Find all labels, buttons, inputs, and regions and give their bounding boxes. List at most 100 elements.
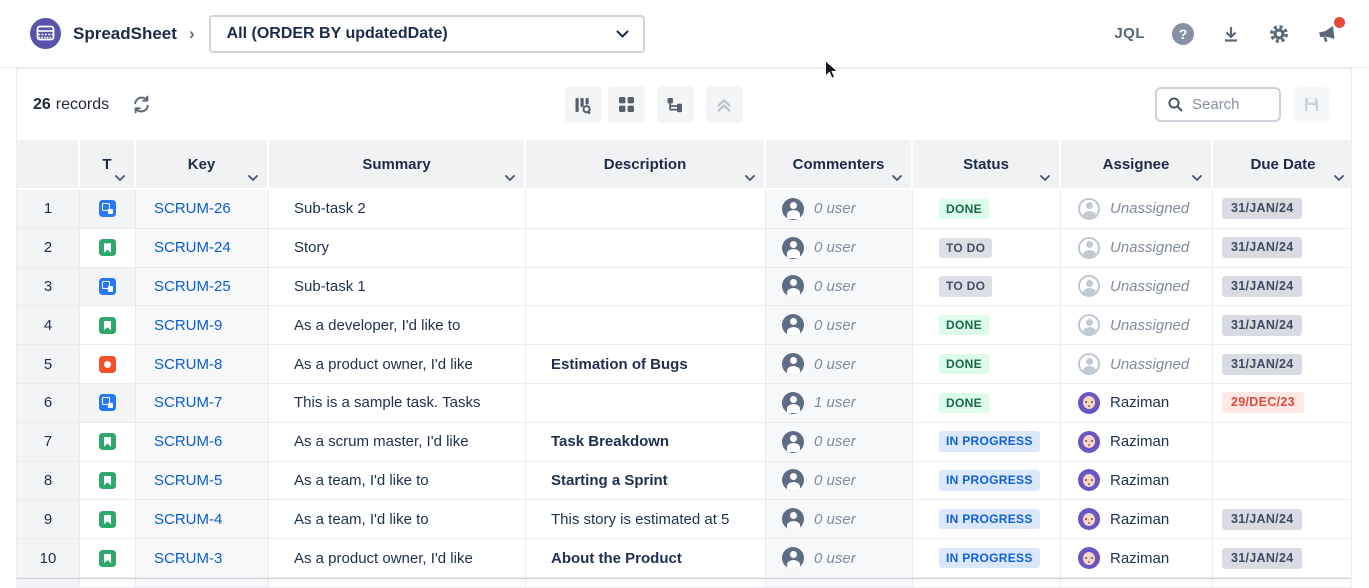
description-cell[interactable] [526,306,766,345]
issue-type-cell[interactable] [80,306,136,345]
commenters-cell[interactable]: 0 user [766,268,913,307]
collapse-all-button[interactable] [706,86,743,123]
summary-cell[interactable]: As a team, I'd like to [269,462,526,501]
commenters-cell[interactable]: 0 user [766,500,913,539]
issue-key-link[interactable]: SCRUM-9 [154,317,222,334]
description-cell[interactable] [526,268,766,307]
assignee-cell[interactable]: Unassigned [1061,268,1213,307]
column-settings-button[interactable] [565,86,602,123]
key-cell[interactable]: SCRUM-5 [136,462,269,501]
due-date-cell[interactable]: 31/JAN/24 [1213,306,1352,345]
chevron-down-icon[interactable] [1192,175,1202,181]
summary-cell[interactable]: Sub-task 1 [269,268,526,307]
commenters-cell[interactable]: 0 user [766,423,913,462]
summary-cell[interactable]: Sub-task 2 [269,190,526,229]
status-cell[interactable]: IN PROGRESS [913,423,1061,462]
issue-type-cell[interactable] [80,539,136,578]
issue-key-link[interactable]: SCRUM-7 [154,394,222,411]
column-header-status[interactable]: Status [913,140,1061,188]
summary-cell[interactable]: This is a sample task. Tasks [269,384,526,423]
due-date-cell[interactable]: 31/JAN/24 [1213,229,1352,268]
commenters-cell[interactable]: 0 user [766,190,913,229]
row-number-cell[interactable]: 6 [17,384,80,423]
status-cell[interactable]: DONE [913,345,1061,384]
status-cell[interactable]: DONE [913,384,1061,423]
column-header-summary[interactable]: Summary [269,140,526,188]
issue-key-link[interactable]: SCRUM-3 [154,550,222,567]
commenters-cell[interactable]: 0 user [766,539,913,578]
assignee-cell[interactable]: Unassigned [1061,345,1213,384]
summary-cell[interactable]: As a product owner, I'd like [269,539,526,578]
due-date-cell[interactable]: 31/JAN/24 [1213,539,1352,578]
search-box[interactable] [1155,87,1281,122]
commenters-cell[interactable]: 1 user [766,384,913,423]
issue-type-cell[interactable] [80,423,136,462]
issue-type-cell[interactable] [80,500,136,539]
key-cell[interactable]: SCRUM-9 [136,306,269,345]
issue-type-cell[interactable] [80,462,136,501]
commenters-cell[interactable]: 0 user [766,306,913,345]
assignee-cell[interactable]: Raziman [1061,539,1213,578]
summary-cell[interactable]: As a developer, I'd like to [269,306,526,345]
due-date-cell[interactable]: 31/JAN/24 [1213,268,1352,307]
commenters-cell[interactable]: 0 user [766,345,913,384]
help-button[interactable]: ? [1172,23,1194,45]
key-cell[interactable]: SCRUM-6 [136,423,269,462]
chevron-down-icon[interactable] [1334,175,1344,181]
due-date-cell[interactable]: 29/DEC/23 [1213,384,1352,423]
due-date-cell[interactable]: 31/JAN/24 [1213,500,1352,539]
row-number-cell[interactable]: 5 [17,345,80,384]
due-date-cell[interactable] [1213,462,1352,501]
settings-button[interactable] [1268,23,1290,45]
chevron-down-icon[interactable] [1040,175,1050,181]
row-number-cell[interactable]: 3 [17,268,80,307]
due-date-cell[interactable]: 31/JAN/24 [1213,345,1352,384]
chevron-down-icon[interactable] [115,175,125,181]
chevron-down-icon[interactable] [892,175,902,181]
status-cell[interactable]: IN PROGRESS [913,539,1061,578]
issue-type-cell[interactable] [80,268,136,307]
assignee-cell[interactable]: Raziman [1061,384,1213,423]
card-view-button[interactable] [608,86,645,123]
description-cell[interactable]: Starting a Sprint [526,462,766,501]
description-cell[interactable]: This story is estimated at 5 [526,500,766,539]
issue-type-cell[interactable] [80,190,136,229]
save-button[interactable] [1294,87,1329,122]
column-header-description[interactable]: Description [526,140,766,188]
column-header-commenters[interactable]: Commenters [766,140,913,188]
issue-key-link[interactable]: SCRUM-24 [154,239,231,256]
status-cell[interactable]: DONE [913,306,1061,345]
issue-key-link[interactable]: SCRUM-6 [154,433,222,450]
chevron-down-icon[interactable] [248,175,258,181]
assignee-cell[interactable]: Unassigned [1061,229,1213,268]
description-cell[interactable]: Task Breakdown [526,423,766,462]
filter-dropdown[interactable]: All (ORDER BY updatedDate) [209,15,645,53]
row-number-cell[interactable]: 4 [17,306,80,345]
row-number-cell[interactable]: 7 [17,423,80,462]
issue-key-link[interactable]: SCRUM-8 [154,356,222,373]
issue-type-cell[interactable] [80,384,136,423]
commenters-cell[interactable]: 0 user [766,229,913,268]
row-number-cell[interactable]: 10 [17,539,80,578]
row-number-cell[interactable]: 2 [17,229,80,268]
announcements-button[interactable] [1317,24,1339,44]
summary-cell[interactable]: Story [269,229,526,268]
key-cell[interactable]: SCRUM-25 [136,268,269,307]
key-cell[interactable]: SCRUM-4 [136,500,269,539]
description-cell[interactable] [526,384,766,423]
summary-cell[interactable]: As a product owner, I'd like [269,345,526,384]
chevron-down-icon[interactable] [505,175,515,181]
export-button[interactable] [1221,24,1241,44]
assignee-cell[interactable]: Raziman [1061,423,1213,462]
column-header-key[interactable]: Key [136,140,269,188]
key-cell[interactable]: SCRUM-26 [136,190,269,229]
assignee-cell[interactable]: Unassigned [1061,190,1213,229]
row-number-cell[interactable]: 8 [17,462,80,501]
issue-type-cell[interactable] [80,345,136,384]
key-cell[interactable]: SCRUM-3 [136,539,269,578]
commenters-cell[interactable]: 0 user [766,462,913,501]
column-header-assignee[interactable]: Assignee [1061,140,1213,188]
status-cell[interactable]: DONE [913,190,1061,229]
column-header-duedate[interactable]: Due Date [1213,140,1352,188]
issue-type-cell[interactable] [80,229,136,268]
